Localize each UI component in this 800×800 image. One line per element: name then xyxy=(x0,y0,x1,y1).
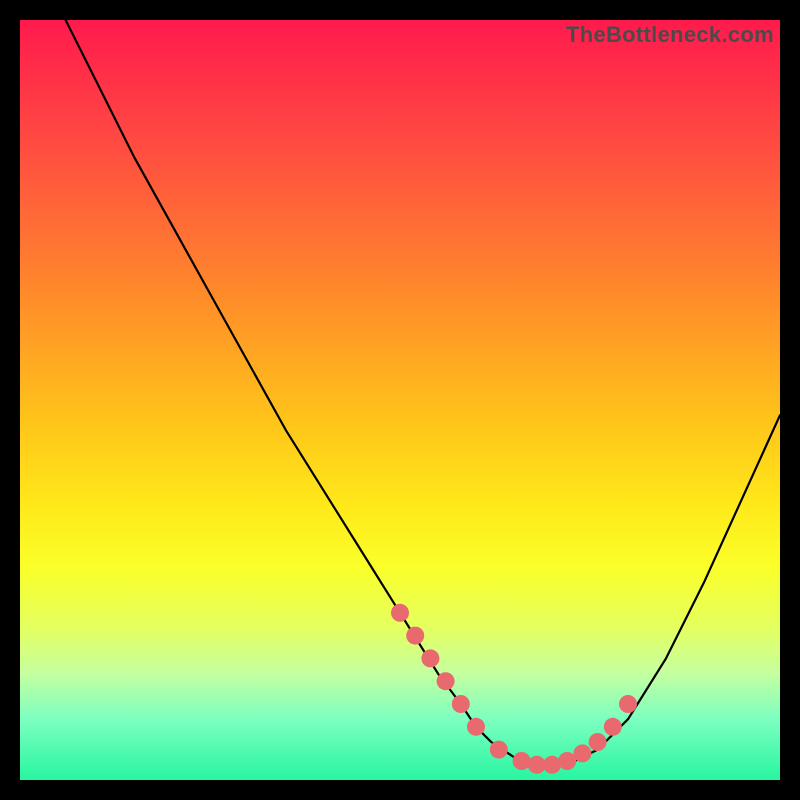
marker-dot xyxy=(452,695,470,713)
marker-dot xyxy=(421,649,439,667)
marker-dot xyxy=(406,627,424,645)
marker-dot xyxy=(589,733,607,751)
marker-dot xyxy=(391,604,409,622)
marker-dot xyxy=(543,756,561,774)
marker-dot xyxy=(437,672,455,690)
chart-frame: TheBottleneck.com xyxy=(20,20,780,780)
chart-svg xyxy=(20,20,780,780)
marker-dot xyxy=(573,744,591,762)
marker-dot xyxy=(513,752,531,770)
marker-dot xyxy=(619,695,637,713)
marker-dot xyxy=(604,718,622,736)
marker-dot xyxy=(467,718,485,736)
marker-dot xyxy=(490,741,508,759)
bottleneck-curve xyxy=(66,20,780,765)
plot-area: TheBottleneck.com xyxy=(20,20,780,780)
